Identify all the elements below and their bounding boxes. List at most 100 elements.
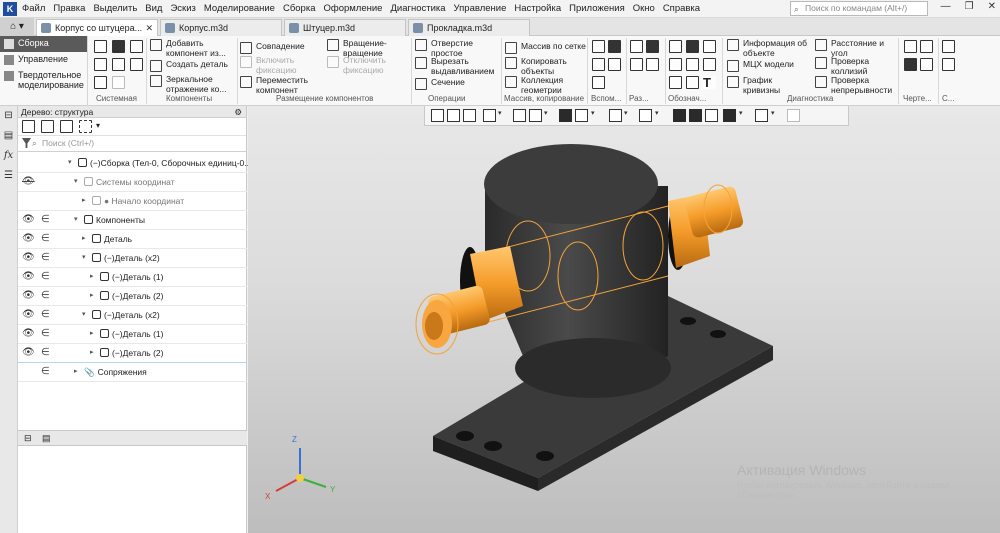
expand-icon[interactable]: ▸ [90, 325, 94, 343]
chevron-down-icon[interactable]: ▾ [624, 109, 628, 117]
save-icon[interactable] [130, 40, 143, 53]
angle-size-icon[interactable] [646, 58, 659, 71]
linear-size-icon[interactable] [630, 40, 643, 53]
zoom-icon[interactable] [483, 109, 496, 122]
add-component-button[interactable]: Добавить компонент из... [150, 38, 238, 58]
menu-view[interactable]: Вид [145, 3, 162, 14]
include-icon[interactable]: ∈ [41, 230, 50, 248]
expand-icon[interactable]: ▸ [90, 268, 94, 286]
radius-size-icon[interactable] [646, 40, 659, 53]
custom-icon[interactable] [942, 58, 955, 71]
eye-view-icon[interactable] [639, 109, 652, 122]
mode-assembly[interactable]: Сборка [0, 36, 87, 52]
menu-window[interactable]: Окно [633, 3, 655, 14]
disable-fix-button[interactable]: Отключить фиксацию [327, 55, 403, 75]
position-icon[interactable] [686, 58, 699, 71]
enable-fix-button[interactable]: Включить фиксацию [240, 55, 314, 75]
drawing-sheet-icon[interactable] [920, 40, 933, 53]
tree-view-icon[interactable]: ⊟ [24, 433, 32, 444]
plane-icon[interactable] [592, 40, 605, 53]
tab-shtucer[interactable]: Штуцер.m3d [284, 19, 406, 36]
include-icon[interactable]: ∈ [41, 344, 50, 362]
cut-view-icon[interactable] [689, 109, 702, 122]
eye-icon[interactable]: 👁 [22, 325, 35, 343]
rotate-view-icon[interactable] [529, 109, 542, 122]
note-icon[interactable] [669, 76, 682, 89]
drawing-view-icon[interactable] [904, 40, 917, 53]
include-icon[interactable]: ∈ [41, 306, 50, 324]
tab-gasket[interactable]: Прокладка.m3d [408, 19, 530, 36]
projection-icon[interactable] [575, 109, 588, 122]
drawing-open-icon[interactable] [920, 58, 933, 71]
include-icon[interactable]: ∈ [41, 325, 50, 343]
tree-filter-icon[interactable] [41, 120, 54, 133]
menu-settings[interactable]: Настройка [514, 3, 561, 14]
tree-row[interactable]: ▾ (−)Сборка (Тел-0, Сборочных единиц-0... [18, 154, 251, 173]
include-icon[interactable]: ∈ [41, 268, 50, 286]
axis-icon[interactable] [608, 40, 621, 53]
menu-format[interactable]: Оформление [324, 3, 383, 14]
mode-solid[interactable]: Твердотельное моделирование [0, 68, 87, 92]
tree-row[interactable]: 👁 ∈ ▾ (−)Деталь (x2) [18, 249, 247, 268]
include-icon[interactable]: ∈ [41, 287, 50, 305]
gear-icon[interactable]: ⚙ [234, 106, 242, 118]
section-view-icon[interactable] [673, 109, 686, 122]
open-folder-icon[interactable] [112, 40, 125, 53]
tree-group-icon[interactable] [60, 120, 73, 133]
include-icon[interactable]: ∈ [41, 211, 50, 229]
measure-icon[interactable] [787, 109, 800, 122]
collapse-icon[interactable]: ▾ [74, 211, 78, 229]
expand-icon[interactable]: ▸ [90, 287, 94, 305]
tree-row[interactable]: 👁 ∈ ▾ (−)Деталь (x2) [18, 306, 247, 325]
menu-assembly[interactable]: Сборка [283, 3, 316, 14]
menu-edit[interactable]: Правка [53, 3, 85, 14]
point-icon[interactable] [592, 58, 605, 71]
tree-row[interactable]: 👁 ∈ ▸ (−)Деталь (1) [18, 268, 247, 287]
layers-view-icon[interactable] [755, 109, 768, 122]
tree-hide-icon[interactable] [79, 120, 92, 133]
menu-apps[interactable]: Приложения [569, 3, 625, 14]
section-button[interactable]: Сечение [415, 77, 465, 90]
mode-manage[interactable]: Управление [0, 52, 87, 68]
orientation-icon[interactable] [431, 109, 444, 122]
chevron-down-icon[interactable]: ▾ [655, 109, 659, 117]
copy-icon[interactable] [112, 58, 125, 71]
close-tab-icon[interactable]: ✕ [145, 20, 153, 36]
coincide-button[interactable]: Совпадение [240, 41, 305, 54]
tree-search-input[interactable]: ⌕ Поиск (Ctrl+/) [18, 136, 246, 152]
grid-array-button[interactable]: Массив по сетке [505, 41, 586, 54]
object-info-button[interactable]: Информация об объекте [727, 38, 813, 58]
eye-icon[interactable]: 👁 [22, 287, 35, 305]
roughness-icon[interactable] [669, 40, 682, 53]
assembly-model[interactable]: Z X Y [248, 106, 1000, 533]
mirror-component-button[interactable]: Зеркальное отражение ко... [150, 74, 240, 94]
variables-icon[interactable]: fx [0, 146, 17, 166]
menu-file[interactable]: Файл [22, 3, 45, 14]
maximize-icon[interactable]: ❐ [965, 1, 974, 12]
tree-row[interactable]: 👁 ▾ Системы координат [18, 173, 247, 192]
home-tab[interactable]: ⌂ ▾ [0, 18, 34, 36]
expand-icon[interactable]: ▸ [90, 344, 94, 362]
chevron-down-icon[interactable]: ▾ [96, 121, 100, 130]
view-normal-icon[interactable] [447, 109, 460, 122]
collision-check-button[interactable]: Проверка коллизий [815, 56, 887, 76]
pan-icon[interactable] [513, 109, 526, 122]
chevron-down-icon[interactable]: ▾ [771, 109, 775, 117]
menu-diagnostics[interactable]: Диагностика [390, 3, 445, 14]
collapse-icon[interactable]: ▾ [82, 249, 86, 267]
copy-objects-button[interactable]: Копировать объекты [505, 56, 573, 76]
chevron-down-icon[interactable]: ▾ [739, 109, 743, 117]
eye-hidden-icon[interactable]: 👁 [22, 173, 35, 191]
list-view-icon[interactable]: ▤ [42, 433, 51, 444]
base-icon[interactable] [669, 58, 682, 71]
tab-corpus[interactable]: Корпус.m3d [160, 19, 282, 36]
layers-icon[interactable]: ☰ [0, 166, 17, 186]
print-icon[interactable] [94, 58, 107, 71]
filter-view-icon[interactable] [723, 109, 736, 122]
collapse-icon[interactable]: ▾ [82, 306, 86, 324]
text-icon[interactable]: T [703, 76, 716, 89]
drawing-create-icon[interactable] [904, 58, 917, 71]
mark-icon[interactable] [703, 58, 716, 71]
chevron-down-icon[interactable]: ▾ [498, 109, 502, 117]
hide-icon[interactable] [609, 109, 622, 122]
